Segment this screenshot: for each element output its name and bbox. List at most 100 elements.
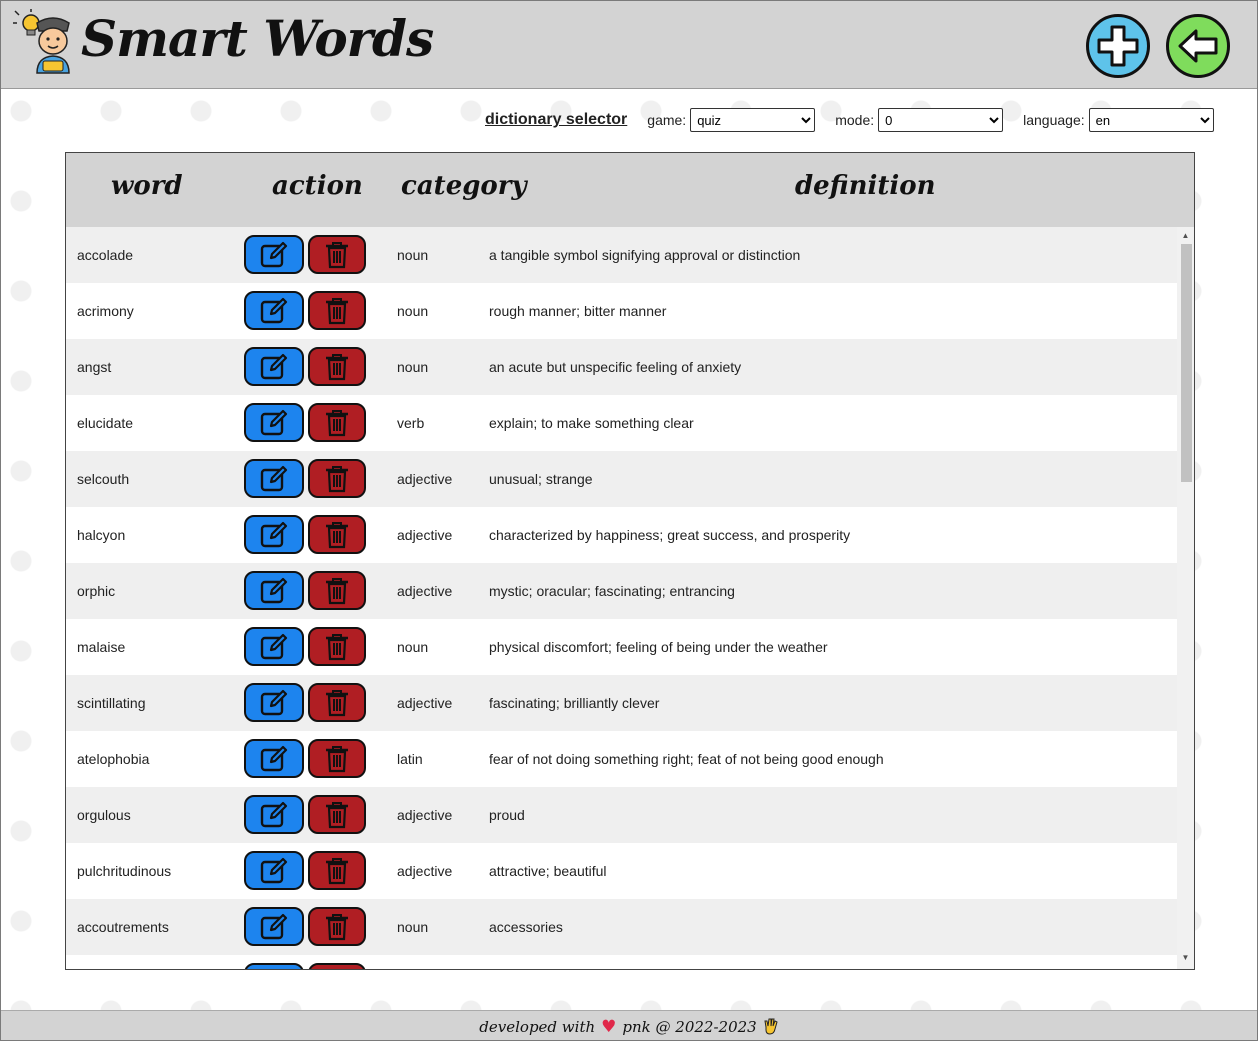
delete-button[interactable] xyxy=(308,459,366,498)
scroll-thumb[interactable] xyxy=(1181,244,1192,482)
trash-icon xyxy=(326,241,348,268)
table-row: accoutrements noun accessories xyxy=(66,899,1178,955)
definition-cell: characterized by happiness; great succes… xyxy=(489,527,851,543)
word-cell: orgulous xyxy=(77,807,131,823)
trash-icon xyxy=(326,913,348,940)
trash-icon xyxy=(326,577,348,604)
word-cell: halcyon xyxy=(77,527,126,543)
category-cell: adjective xyxy=(397,527,453,543)
table-row: orphic adjective mystic; oracular; fascina… xyxy=(66,563,1178,619)
delete-button[interactable] xyxy=(308,291,366,330)
definition-cell: proud xyxy=(489,807,525,823)
add-word-button[interactable] xyxy=(1086,14,1150,78)
delete-button[interactable] xyxy=(308,739,366,778)
table-row xyxy=(66,955,1178,969)
trash-icon xyxy=(326,801,348,828)
edit-button[interactable] xyxy=(244,459,304,498)
category-cell: noun xyxy=(397,639,429,655)
table-row: malaise noun physical discomfort; feeling … xyxy=(66,619,1178,675)
header-category: category xyxy=(401,171,527,201)
definition-cell: rough manner; bitter manner xyxy=(489,303,667,319)
table-row: elucidate verb explain; to make something … xyxy=(66,395,1178,451)
category-cell: adjective xyxy=(397,471,453,487)
definition-cell: physical discomfort; feeling of being un… xyxy=(489,639,828,655)
back-button[interactable] xyxy=(1166,14,1230,78)
app-title: Smart Words xyxy=(81,9,434,68)
trash-icon xyxy=(326,857,348,884)
table-row: pulchritudinous adjective attractive; beau… xyxy=(66,843,1178,899)
edit-button[interactable] xyxy=(244,683,304,722)
definition-cell: mystic; oracular; fascinating; entrancin… xyxy=(489,583,735,599)
delete-button[interactable] xyxy=(308,347,366,386)
definition-cell: explain; to make something clear xyxy=(489,415,694,431)
edit-icon xyxy=(260,353,288,379)
edit-icon xyxy=(260,801,288,827)
edit-button[interactable] xyxy=(244,235,304,274)
edit-icon xyxy=(260,633,288,659)
footer-credit: pnk @ 2022-2023 xyxy=(622,1017,757,1036)
edit-button[interactable] xyxy=(244,347,304,386)
delete-button[interactable] xyxy=(308,403,366,442)
edit-button[interactable] xyxy=(244,627,304,666)
category-cell: noun xyxy=(397,919,429,935)
game-select[interactable]: quiz xyxy=(690,108,816,132)
edit-button[interactable] xyxy=(244,739,304,778)
word-cell: orphic xyxy=(77,583,116,599)
edit-icon xyxy=(260,857,288,883)
trash-icon xyxy=(326,633,348,660)
category-cell: adjective xyxy=(397,807,453,823)
table-scrollbar[interactable]: ▲ ▼ xyxy=(1177,227,1194,969)
arrow-left-icon xyxy=(1178,29,1218,63)
delete-button[interactable] xyxy=(308,627,366,666)
delete-button[interactable] xyxy=(308,795,366,834)
edit-button[interactable] xyxy=(244,403,304,442)
category-cell: adjective xyxy=(397,863,453,879)
delete-button[interactable] xyxy=(308,515,366,554)
table-row: acrimony noun rough manner; bitter manner xyxy=(66,283,1178,339)
table-body[interactable]: accolade noun a tangible symbol signifying… xyxy=(66,227,1178,969)
category-cell: noun xyxy=(397,359,429,375)
delete-button[interactable] xyxy=(308,963,366,969)
edit-button[interactable] xyxy=(244,851,304,890)
table-row: selcouth adjective unusual; strange xyxy=(66,451,1178,507)
scroll-up-arrow[interactable]: ▲ xyxy=(1177,229,1194,243)
word-cell: elucidate xyxy=(77,415,134,431)
app-window: Smart Words dictionary selector game: qu… xyxy=(0,0,1258,1041)
edit-button[interactable] xyxy=(244,907,304,946)
game-label: game: xyxy=(647,112,687,128)
delete-button[interactable] xyxy=(308,907,366,946)
delete-button[interactable] xyxy=(308,683,366,722)
edit-icon xyxy=(260,577,288,603)
word-cell: accolade xyxy=(77,247,134,263)
word-cell: accoutrements xyxy=(77,919,169,935)
mode-label: mode: xyxy=(835,112,875,128)
word-cell: acrimony xyxy=(77,303,134,319)
edit-button[interactable] xyxy=(244,515,304,554)
table-row: halcyon adjective characterized by happine… xyxy=(66,507,1178,563)
definition-cell: a tangible symbol signifying approval or… xyxy=(489,247,801,263)
header-definition: definition xyxy=(795,171,936,201)
delete-button[interactable] xyxy=(308,235,366,274)
language-select[interactable]: en xyxy=(1088,108,1214,132)
edit-button[interactable] xyxy=(244,795,304,834)
edit-button[interactable] xyxy=(244,963,304,969)
trash-icon xyxy=(324,969,350,970)
scroll-down-arrow[interactable]: ▼ xyxy=(1177,951,1194,965)
delete-button[interactable] xyxy=(308,851,366,890)
word-cell: atelophobia xyxy=(77,751,150,767)
edit-icon xyxy=(260,465,288,491)
word-cell: angst xyxy=(77,359,112,375)
word-cell: selcouth xyxy=(77,471,130,487)
trash-icon xyxy=(326,409,348,436)
edit-button[interactable] xyxy=(244,571,304,610)
edit-button[interactable] xyxy=(244,291,304,330)
definition-cell: fear of not doing something right; feat … xyxy=(489,751,884,767)
delete-button[interactable] xyxy=(308,571,366,610)
language-label: language: xyxy=(1023,112,1085,128)
category-cell: noun xyxy=(397,303,429,319)
word-cell: scintillating xyxy=(77,695,146,711)
mode-select[interactable]: 0 xyxy=(878,108,1004,132)
category-cell: adjective xyxy=(397,695,453,711)
heart-icon: ♥ xyxy=(601,1016,617,1037)
vulcan-salute-icon xyxy=(764,1018,778,1035)
